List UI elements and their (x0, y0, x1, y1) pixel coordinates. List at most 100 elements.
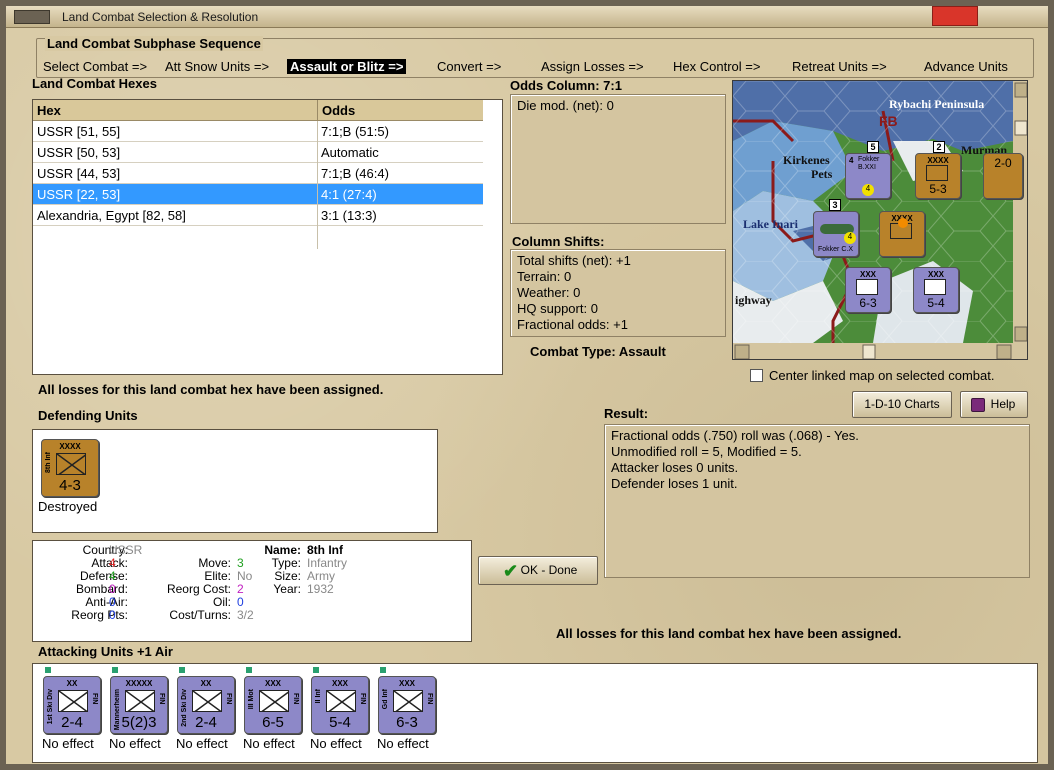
losses-message-bottom: All losses for this land combat hex have… (556, 626, 902, 641)
attacking-unit-counter[interactable]: XX 1st Ski Div FIN 2-4 (43, 676, 101, 734)
unit-symbol-icon (393, 690, 423, 712)
result-header: Result: (604, 406, 649, 421)
attacking-unit-counter[interactable]: XXX II Inf FIN 5-4 (311, 676, 369, 734)
map-label-lake-inari: Lake Inari (743, 217, 799, 231)
unit-symbol-icon (58, 690, 88, 712)
map-label-pets: Pets (811, 167, 833, 181)
unit-marker-icon (45, 667, 51, 673)
checkmark-icon: ✔ (503, 561, 519, 581)
window-menu-icon[interactable] (14, 10, 50, 24)
map-counter-fokker-cx[interactable]: 4 Fokker C.X (813, 211, 859, 257)
hex-num-2: 2 (933, 141, 945, 153)
col-header-hex[interactable]: Hex (33, 100, 317, 121)
close-button[interactable] (932, 6, 978, 26)
cell-hex: USSR [50, 53] (37, 145, 121, 160)
attacking-unit-counter[interactable]: XXX III Mot FIN 6-5 (244, 676, 302, 734)
help-button[interactable]: Help (960, 391, 1028, 418)
step-att-snow-units[interactable]: Att Snow Units => (165, 59, 269, 74)
combat-type: Combat Type: Assault (530, 344, 666, 359)
map-counter-target[interactable]: XXXX (879, 211, 925, 257)
attacking-unit-counter[interactable]: XXXXX Mannerheim FIN 5(2)3 (110, 676, 168, 734)
map-counter-fin-6-3[interactable]: XXX 6-3 (845, 267, 891, 313)
cell-odds: 3:1 (13:3) (321, 208, 377, 223)
combat-hexes-table: Hex Odds USSR [51, 55] 7:1;B (51:5) USSR [… (32, 99, 503, 375)
table-row[interactable]: USSR [50, 53] Automatic (33, 142, 483, 163)
defending-unit-status: Destroyed (38, 499, 98, 514)
window: Land Combat Selection & Resolution Land … (0, 0, 1054, 770)
charts-button[interactable]: 1-D-10 Charts (852, 391, 952, 418)
unit-symbol-icon (125, 690, 155, 712)
table-row[interactable]: USSR [51, 55] 7:1;B (51:5) (33, 121, 483, 142)
hex-num-5: 5 (867, 141, 879, 153)
unit-defense: 4 (109, 569, 116, 583)
ok-done-button[interactable]: ✔ OK - Done (478, 556, 598, 585)
step-convert[interactable]: Convert => (437, 59, 501, 74)
column-divider (317, 121, 318, 249)
attacking-unit-status: No effect (109, 736, 161, 751)
odds-column-header: Odds Column: 7:1 (510, 78, 622, 93)
shift-weather: Weather: 0 (517, 285, 581, 300)
subphase-header: Land Combat Subphase Sequence (45, 36, 263, 51)
result-line-2: Unmodified roll = 5, Modified = 5. (611, 444, 802, 459)
defending-header: Defending Units (38, 408, 138, 423)
cell-odds: 4:1 (27:4) (321, 187, 377, 202)
step-advance-units[interactable]: Advance Units (924, 59, 1008, 74)
defending-unit-counter[interactable]: XXXX 8th Inf 4-3 (41, 439, 99, 497)
cell-odds: 7:1;B (51:5) (321, 124, 389, 139)
help-label: Help (990, 397, 1016, 411)
unit-cost-turns: 3/2 (237, 608, 254, 622)
center-map-checkbox[interactable] (750, 369, 763, 382)
cell-hex: USSR [51, 55] (37, 124, 121, 139)
attacking-unit-counter[interactable]: XXX Gd Inf FIN 6-3 (378, 676, 436, 734)
shift-total: Total shifts (net): +1 (517, 253, 631, 268)
subphase-sequence: Land Combat Subphase Sequence Select Com… (36, 36, 1034, 78)
map-counter-soviet-2-0[interactable]: 2-0 (983, 153, 1023, 199)
result-line-1: Fractional odds (.750) roll was (.068) -… (611, 428, 859, 443)
step-select-combat[interactable]: Select Combat => (43, 59, 147, 74)
result-box: Fractional odds (.750) roll was (.068) -… (604, 424, 1030, 578)
unit-bombard: 0 (109, 582, 116, 596)
window-title: Land Combat Selection & Resolution (62, 10, 259, 24)
unit-marker-icon (246, 667, 252, 673)
unit-marker-icon (112, 667, 118, 673)
unit-marker-icon (380, 667, 386, 673)
map-label-highway: ighway (735, 293, 772, 307)
step-assign-losses[interactable]: Assign Losses => (541, 59, 644, 74)
unit-marker-icon (313, 667, 319, 673)
map-counter-fin-5-4[interactable]: XXX 5-4 (913, 267, 959, 313)
help-book-icon (971, 398, 985, 412)
step-hex-control[interactable]: Hex Control => (673, 59, 760, 74)
shift-terrain: Terrain: 0 (517, 269, 572, 284)
unit-type: Infantry (307, 556, 348, 570)
unit-move: 3 (237, 556, 244, 570)
losses-message-top: All losses for this land combat hex have… (38, 382, 384, 397)
unit-info-panel: Country: USSR Attack: 4 Defense: 4 Bombard:… (32, 540, 472, 642)
step-retreat-units[interactable]: Retreat Units => (792, 59, 887, 74)
map-counter-soviet-5-3[interactable]: XXXX 5-3 (915, 153, 961, 199)
table-row[interactable]: USSR [22, 53] 4:1 (27:4) (33, 184, 483, 205)
unit-elite: No (237, 569, 253, 583)
attacking-unit-status: No effect (377, 736, 429, 751)
col-header-odds[interactable]: Odds (317, 100, 483, 121)
table-row[interactable]: USSR [44, 53] 7:1;B (46:4) (33, 163, 483, 184)
result-line-4: Defender loses 1 unit. (611, 476, 738, 491)
table-row[interactable]: Alexandria, Egypt [82, 58] 3:1 (13:3) (33, 205, 483, 226)
attacking-unit-status: No effect (42, 736, 94, 751)
map-counter-fokker-bxxi[interactable]: 4 Fokker B.XXI 4 (845, 153, 891, 199)
step-assault-or-blitz[interactable]: Assault or Blitz => (287, 59, 407, 74)
unit-year: 1932 (307, 582, 334, 596)
column-shifts-header: Column Shifts: (512, 234, 605, 249)
unit-country: USSR (109, 543, 143, 557)
unit-symbol-icon (259, 690, 289, 712)
unit-antiair: 0 (109, 595, 116, 609)
unit-name: 8th Inf (307, 543, 343, 557)
attacking-unit-counter[interactable]: XX 2nd Ski Div FIN 2-4 (177, 676, 235, 734)
hexes-header: Land Combat Hexes (32, 76, 157, 91)
linked-map[interactable]: Rybachi Peninsula Kirkenes Pets Lake Ina… (732, 80, 1028, 360)
title-bar[interactable]: Land Combat Selection & Resolution (6, 6, 1048, 28)
unit-reorg-pts: 0 (109, 608, 116, 622)
attacking-units-panel: XX 1st Ski Div FIN 2-4 No effect XXXXX Mannerh… (32, 663, 1038, 763)
unit-reorg-cost: 2 (237, 582, 244, 596)
cell-hex: USSR [22, 53] (37, 187, 121, 202)
infantry-symbol-icon (56, 453, 86, 475)
